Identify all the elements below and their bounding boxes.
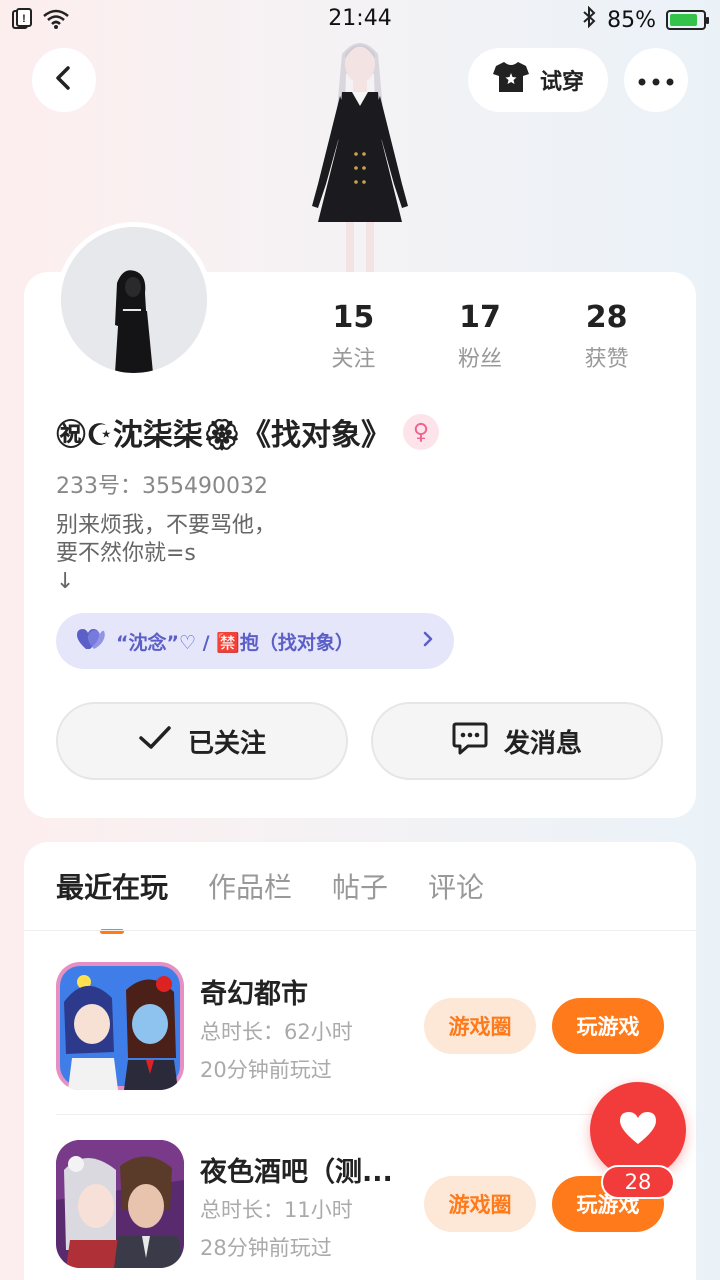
tabs-divider: [24, 930, 696, 931]
tab-works[interactable]: 作品栏: [208, 866, 292, 906]
back-icon: [53, 65, 75, 95]
username: ㊗☪沈柒柒🏵《找对象》: [56, 418, 391, 453]
stat-number: 17: [459, 300, 501, 335]
tab-posts[interactable]: 帖子: [332, 866, 388, 906]
bio: 别来烦我，不要骂他， 要不然你就=s ↓: [56, 513, 277, 594]
followed-button[interactable]: 已关注: [56, 702, 348, 780]
game-title: 奇幻都市: [200, 979, 308, 1010]
list-divider: [56, 1114, 666, 1115]
message-icon: [452, 721, 488, 762]
game-circle-button[interactable]: 游戏圈: [424, 1176, 536, 1232]
send-message-label: 发消息: [503, 728, 582, 759]
game-duration: 总时长：11小时: [200, 1198, 353, 1222]
like-count-badge: 28: [601, 1165, 675, 1199]
tab-comments[interactable]: 评论: [428, 866, 484, 906]
avatar[interactable]: [56, 222, 212, 378]
stat-label: 粉丝: [458, 347, 503, 372]
tab-recently-played[interactable]: 最近在玩: [56, 866, 168, 934]
stat-number: 28: [585, 300, 628, 335]
check-icon: [138, 725, 172, 758]
heart-icon: [618, 1110, 658, 1150]
game-circle-button[interactable]: 游戏圈: [424, 998, 536, 1054]
shirt-icon: [492, 60, 530, 100]
list-item[interactable]: 夜色酒吧（测... 总时长：11小时 28分钟前玩过 游戏圈 玩游戏: [56, 1140, 666, 1270]
battery-icon: [666, 10, 709, 30]
game-title: 夜色酒吧（测...: [200, 1157, 393, 1188]
more-button[interactable]: [624, 48, 688, 112]
play-game-button[interactable]: 玩游戏: [552, 998, 664, 1054]
followed-label: 已关注: [187, 728, 266, 759]
game-icon[interactable]: [56, 1140, 184, 1268]
list-item[interactable]: 奇幻都市 总时长：62小时 20分钟前玩过 游戏圈 玩游戏: [56, 962, 666, 1092]
profile-name-row: ㊗☪沈柒柒🏵《找对象》 ♀: [56, 410, 439, 454]
relation-tag[interactable]: “沈念”♡ / 🈲抱（找对象）: [56, 613, 454, 669]
stat-number: 15: [332, 300, 375, 335]
game-duration: 总时长：62小时: [200, 1020, 353, 1044]
stat-likes[interactable]: 28 获赞: [543, 300, 670, 373]
profile-stats: 15 关注 17 粉丝 28 获赞: [290, 300, 670, 373]
back-button[interactable]: [32, 48, 96, 112]
chevron-right-icon: [422, 630, 434, 653]
game-last-played: 20分钟前玩过: [200, 1058, 332, 1082]
content-tabs: 最近在玩 作品栏 帖子 评论: [56, 866, 484, 934]
relation-tag-text: “沈念”♡ / 🈲抱（找对象）: [116, 631, 354, 654]
battery-percent: 85%: [607, 7, 656, 33]
stat-label: 关注: [331, 347, 376, 372]
gender-female-icon: ♀: [402, 414, 439, 450]
stat-label: 获赞: [584, 347, 629, 372]
like-button[interactable]: [590, 1082, 686, 1178]
game-last-played: 28分钟前玩过: [200, 1236, 332, 1260]
try-on-label: 试穿: [539, 70, 584, 95]
game-icon[interactable]: [56, 962, 184, 1090]
try-on-button[interactable]: 试穿: [468, 48, 608, 112]
heart-icon: [76, 627, 106, 656]
user-id: 233号：355490032: [56, 474, 268, 499]
avatar-3d-figure: [290, 34, 430, 274]
more-icon: [638, 71, 674, 90]
stat-following[interactable]: 15 关注: [290, 300, 417, 373]
send-message-button[interactable]: 发消息: [371, 702, 663, 780]
stat-followers[interactable]: 17 粉丝: [417, 300, 544, 373]
bluetooth-icon: [581, 5, 597, 34]
